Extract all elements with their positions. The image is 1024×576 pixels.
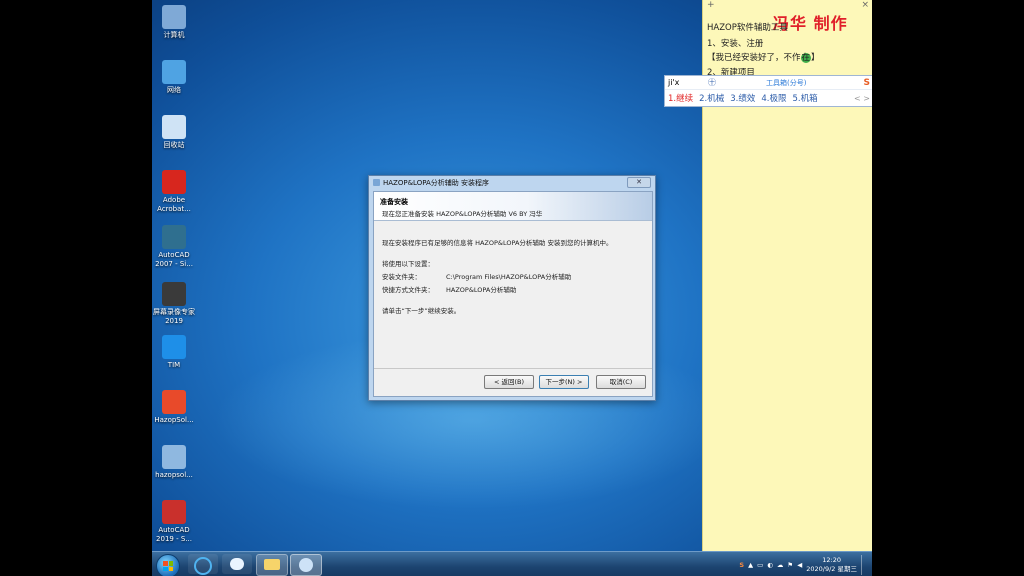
desktop-shortcut-label: 屏幕录像专家2019	[153, 308, 195, 325]
ime-candidates: 1.继续 2.机械 3.绩效 4.极限 5.机箱 < >	[665, 90, 872, 106]
dialog-content: 准备安装 现在您正准备安装 HAZOP&LOPA分析辅助 V6 BY 冯华 现在…	[373, 191, 653, 397]
banner-subtitle: 现在您正准备安装 HAZOP&LOPA分析辅助 V6 BY 冯华	[382, 210, 543, 218]
dialog-close-button[interactable]: ✕	[627, 177, 651, 188]
dialog-title: HAZOP&LOPA分析辅助 安装程序	[383, 178, 489, 187]
desktop-shortcut-label: AutoCAD 2019 - S...	[156, 526, 192, 543]
app-icon	[230, 558, 244, 570]
banner-heading: 准备安装	[380, 198, 408, 206]
desktop-shortcut-label: AutoCAD 2007 - Si...	[155, 251, 193, 268]
desktop-shortcut[interactable]: TIM	[152, 335, 196, 370]
sogou-tray-icon[interactable]: S	[739, 561, 744, 569]
folder-icon	[264, 559, 280, 570]
installer-icon	[299, 558, 313, 572]
shortcut-folder-value: HAZOP&LOPA分析辅助	[446, 286, 517, 294]
desktop-shortcut-label: TIM	[167, 361, 181, 369]
taskbar: S ▲ ▭ ◐ ☁ ⚑ ◀ 12:20 2020/9/2 星期三	[152, 551, 872, 576]
ime-input: ji'x	[668, 78, 680, 87]
tim-icon	[162, 335, 186, 359]
computer-icon	[162, 5, 186, 29]
ie-taskbar-button[interactable]	[188, 554, 218, 575]
explorer-taskbar-button[interactable]	[256, 554, 288, 576]
note-line-3: 【我已经安装好了，不作在】	[707, 51, 820, 63]
intro-text: 现在安装程序已有足够的信息将 HAZOP&LOPA分析辅助 安装到您的计算机中。	[382, 239, 613, 247]
show-hidden-icons-icon[interactable]: ▲	[748, 561, 753, 569]
clock-time: 12:20	[822, 556, 841, 564]
desktop-shortcut[interactable]: 回收站	[152, 115, 196, 150]
dialog-app-icon	[373, 179, 380, 186]
installer-taskbar-button[interactable]	[290, 554, 322, 576]
settings-heading: 将使用以下设置：	[382, 260, 434, 268]
desktop-shortcut[interactable]: hazopsol...	[152, 445, 196, 480]
ime-page-nav[interactable]: < >	[854, 94, 870, 103]
internet-explorer-icon	[194, 557, 212, 575]
network-tray-icon[interactable]: ▭	[757, 561, 763, 569]
hazop-icon	[162, 390, 186, 414]
hazop-setup-icon	[162, 445, 186, 469]
network-icon	[162, 60, 186, 84]
ime-candidate-4[interactable]: 4.极限	[761, 92, 786, 104]
ime-candidate-bar: ji'x ㊉ 工具箱(分号) S 1.继续 2.机械 3.绩效 4.极限 5.机…	[664, 75, 872, 107]
cloud-tray-icon[interactable]: ☁	[777, 561, 784, 569]
sogou-logo-icon: S	[863, 77, 870, 88]
desktop: 计算机网络回收站 Adobe Acrobat... AutoCAD 2007 - S…	[152, 0, 872, 576]
app-taskbar-button[interactable]	[222, 554, 252, 574]
cancel-button[interactable]: 取消(C)	[596, 375, 646, 389]
continue-text: 请单击“下一步”继续安装。	[382, 307, 461, 315]
start-button[interactable]	[156, 554, 180, 576]
clock[interactable]: 12:20 2020/9/2 星期三	[806, 556, 857, 574]
volume-tray-icon[interactable]: ◀	[797, 561, 802, 569]
desktop-shortcut[interactable]: AutoCAD 2007 - Si...	[152, 225, 196, 269]
autocad-2019-icon	[162, 500, 186, 524]
ime-candidate-5[interactable]: 5.机箱	[793, 92, 818, 104]
desktop-shortcut-label: 计算机	[163, 31, 185, 39]
desktop-shortcut-label: 回收站	[163, 141, 185, 149]
screen-recorder-icon	[162, 282, 186, 306]
show-desktop-button[interactable]	[861, 555, 868, 575]
desktop-shortcut-label: HazopSol...	[154, 416, 194, 424]
ime-toolbox-link[interactable]: 工具箱(分号)	[766, 78, 806, 88]
flag-tray-icon[interactable]: ⚑	[787, 561, 793, 569]
dialog-divider	[374, 368, 652, 369]
ime-candidate-3[interactable]: 3.绩效	[730, 92, 755, 104]
ime-pin-icon[interactable]: ㊉	[708, 77, 716, 88]
sticky-add-button[interactable]: +	[707, 0, 715, 12]
sticky-close-button[interactable]: ×	[861, 0, 869, 12]
dest-folder-value: C:\Program Files\HAZOP&LOPA分析辅助	[446, 273, 572, 281]
note-line-2: 1、安装、注册	[707, 39, 764, 49]
security-tray-icon[interactable]: ◐	[767, 561, 773, 569]
note-line-3-text: 【我已经安装好了，不作	[707, 53, 801, 63]
shortcut-folder-row: 快捷方式文件夹： HAZOP&LOPA分析辅助	[382, 284, 516, 294]
desktop-shortcut-label: 网络	[167, 86, 181, 94]
clock-date: 2020/9/2 星期三	[806, 565, 857, 573]
back-button[interactable]: < 返回(B)	[484, 375, 534, 389]
installer-dialog: HAZOP&LOPA分析辅助 安装程序 ✕ 准备安装 现在您正准备安装 HAZO…	[368, 175, 656, 401]
ime-input-row: ji'x ㊉ 工具箱(分号) S	[665, 76, 872, 90]
windows-logo-icon	[163, 561, 173, 571]
note-line-3-end: 】	[811, 53, 820, 63]
desktop-shortcut[interactable]: AutoCAD 2019 - S...	[152, 500, 196, 544]
dest-folder-row: 安装文件夹： C:\Program Files\HAZOP&LOPA分析辅助	[382, 271, 571, 281]
ime-candidate-1[interactable]: 1.继续	[668, 92, 693, 104]
dest-folder-label: 安装文件夹：	[382, 273, 421, 281]
desktop-shortcut-label: Adobe Acrobat...	[157, 196, 191, 213]
shortcut-folder-label: 快捷方式文件夹：	[382, 286, 434, 294]
autocad-2007-icon	[162, 225, 186, 249]
desktop-shortcut[interactable]: 计算机	[152, 5, 196, 40]
system-tray: S ▲ ▭ ◐ ☁ ⚑ ◀ 12:20 2020/9/2 星期三	[739, 554, 868, 576]
desktop-shortcut[interactable]: 网络	[152, 60, 196, 95]
next-button[interactable]: 下一步(N) >	[539, 375, 589, 389]
desktop-shortcut-label: hazopsol...	[155, 471, 193, 479]
desktop-shortcut[interactable]: Adobe Acrobat...	[152, 170, 196, 214]
recycle-bin-icon	[162, 115, 186, 139]
dialog-banner: 准备安装 现在您正准备安装 HAZOP&LOPA分析辅助 V6 BY 冯华	[374, 192, 652, 221]
note-line-1: HAZOP软件辅助工具	[707, 23, 788, 33]
dialog-titlebar[interactable]: HAZOP&LOPA分析辅助 安装程序 ✕	[369, 176, 655, 189]
adobe-acrobat-icon	[162, 170, 186, 194]
desktop-shortcut[interactable]: 屏幕录像专家2019	[152, 282, 196, 326]
desktop-shortcut[interactable]: HazopSol...	[152, 390, 196, 425]
ime-candidate-2[interactable]: 2.机械	[699, 92, 724, 104]
note-highlight: 在	[800, 53, 812, 63]
